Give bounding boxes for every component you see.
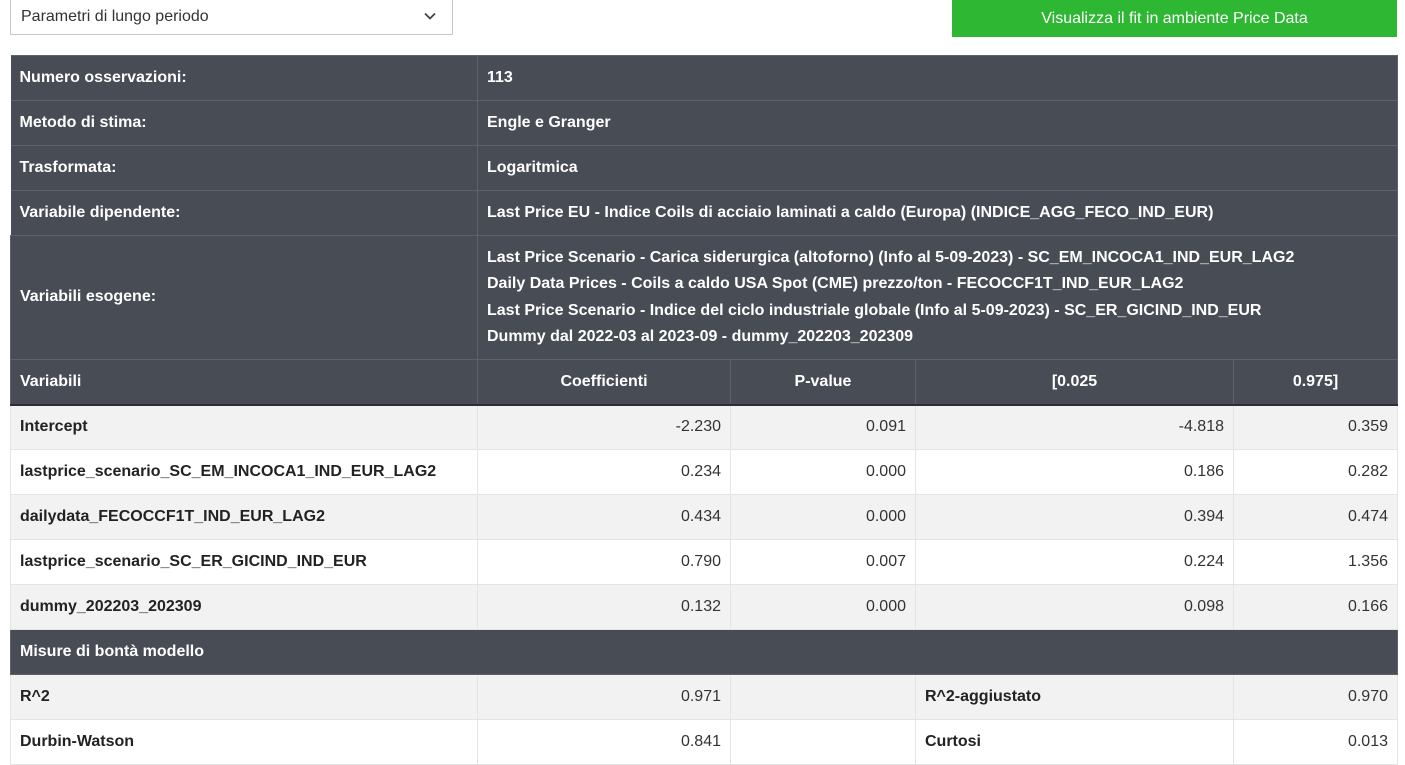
- metric-label: R^2-aggiustato: [915, 674, 1234, 720]
- table-row: lastprice_scenario_SC_EM_INCOCA1_IND_EUR…: [10, 449, 1398, 495]
- variable-name: dummy_202203_202309: [10, 584, 478, 630]
- metric-value: 0.841: [477, 719, 731, 765]
- info-label: Numero osservazioni:: [10, 55, 478, 101]
- goodness-row: Durbin-Watson 0.841 Curtosi 0.013: [10, 719, 1398, 765]
- empty-cell: [730, 674, 916, 720]
- table-row: dailydata_FECOCCF1T_IND_EUR_LAG2 0.434 0…: [10, 494, 1398, 540]
- ci-high-value: 0.359: [1233, 404, 1398, 450]
- exogenous-item: Last Price Scenario - Indice del ciclo i…: [487, 301, 1262, 319]
- info-row-exogenous: Variabili esogene: Last Price Scenario -…: [10, 235, 1398, 360]
- info-row-transform: Trasformata: Logaritmica: [10, 145, 1398, 191]
- table-row: lastprice_scenario_SC_ER_GICIND_IND_EUR …: [10, 539, 1398, 585]
- variable-name: Intercept: [10, 404, 478, 450]
- variable-name: lastprice_scenario_SC_ER_GICIND_IND_EUR: [10, 539, 478, 585]
- info-row-dependent: Variabile dipendente: Last Price EU - In…: [10, 190, 1398, 236]
- info-row-method: Metodo di stima: Engle e Granger: [10, 100, 1398, 146]
- ci-low-value: 0.224: [915, 539, 1234, 585]
- goodness-title: Misure di bontà modello: [10, 629, 1398, 675]
- metric-label: Curtosi: [915, 719, 1234, 765]
- ci-low-value: 0.394: [915, 494, 1234, 540]
- period-select-value: Parametri di lungo periodo: [21, 7, 209, 25]
- metric-label: R^2: [10, 674, 478, 720]
- variable-name: lastprice_scenario_SC_EM_INCOCA1_IND_EUR…: [10, 449, 478, 495]
- pvalue-value: 0.091: [730, 404, 916, 450]
- ci-low-value: -4.818: [915, 404, 1234, 450]
- coefficient-value: 0.234: [477, 449, 731, 495]
- pvalue-value: 0.000: [730, 584, 916, 630]
- ci-high-value: 0.282: [1233, 449, 1398, 495]
- info-label: Variabili esogene:: [10, 235, 478, 360]
- ci-high-value: 0.474: [1233, 494, 1398, 540]
- info-value: 113: [477, 55, 1398, 101]
- col-header-pvalue: P-value: [730, 359, 916, 406]
- coefficients-header: Variabili Coefficienti P-value [0.025 0.…: [10, 359, 1398, 406]
- info-label: Metodo di stima:: [10, 100, 478, 146]
- coefficient-value: 0.434: [477, 494, 731, 540]
- chevron-down-icon: [424, 12, 436, 20]
- exogenous-list: Last Price Scenario - Carica siderurgica…: [477, 235, 1398, 360]
- model-results-table: Numero osservazioni: 113 Metodo di stima…: [10, 55, 1398, 765]
- ci-high-value: 0.166: [1233, 584, 1398, 630]
- exogenous-item: Dummy dal 2022-03 al 2023-09 - dummy_202…: [487, 328, 914, 345]
- coefficient-value: -2.230: [477, 404, 731, 450]
- ci-low-value: 0.186: [915, 449, 1234, 495]
- pvalue-value: 0.000: [730, 449, 916, 495]
- info-label: Variabile dipendente:: [10, 190, 478, 236]
- metric-value: 0.013: [1233, 719, 1398, 765]
- metric-label: Durbin-Watson: [10, 719, 478, 765]
- pvalue-value: 0.000: [730, 494, 916, 540]
- table-row: Intercept -2.230 0.091 -4.818 0.359: [10, 404, 1398, 450]
- goodness-section-header: Misure di bontà modello: [10, 629, 1398, 675]
- exogenous-item: Last Price Scenario - Carica siderurgica…: [487, 248, 1295, 266]
- period-select[interactable]: Parametri di lungo periodo: [10, 0, 453, 35]
- col-header-coefficients: Coefficienti: [477, 359, 731, 406]
- coefficient-value: 0.132: [477, 584, 731, 630]
- info-row-observations: Numero osservazioni: 113: [10, 55, 1398, 101]
- ci-high-value: 1.356: [1233, 539, 1398, 585]
- col-header-variables: Variabili: [10, 359, 478, 406]
- col-header-ci-low: [0.025: [915, 359, 1234, 406]
- toolbar: Parametri di lungo periodo Visualizza il…: [0, 0, 1405, 55]
- info-value: Logaritmica: [477, 145, 1398, 191]
- exogenous-item: Daily Data Prices - Coils a caldo USA Sp…: [487, 275, 1184, 292]
- info-value: Last Price EU - Indice Coils di acciaio …: [477, 190, 1398, 236]
- metric-value: 0.971: [477, 674, 731, 720]
- col-header-ci-high: 0.975]: [1233, 359, 1398, 406]
- info-value: Engle e Granger: [477, 100, 1398, 146]
- pvalue-value: 0.007: [730, 539, 916, 585]
- coefficient-value: 0.790: [477, 539, 731, 585]
- empty-cell: [730, 719, 916, 765]
- table-row: dummy_202203_202309 0.132 0.000 0.098 0.…: [10, 584, 1398, 630]
- metric-value: 0.970: [1233, 674, 1398, 720]
- info-label: Trasformata:: [10, 145, 478, 191]
- visualize-fit-button[interactable]: Visualizza il fit in ambiente Price Data: [952, 0, 1397, 37]
- variable-name: dailydata_FECOCCF1T_IND_EUR_LAG2: [10, 494, 478, 540]
- goodness-row: R^2 0.971 R^2-aggiustato 0.970: [10, 674, 1398, 720]
- ci-low-value: 0.098: [915, 584, 1234, 630]
